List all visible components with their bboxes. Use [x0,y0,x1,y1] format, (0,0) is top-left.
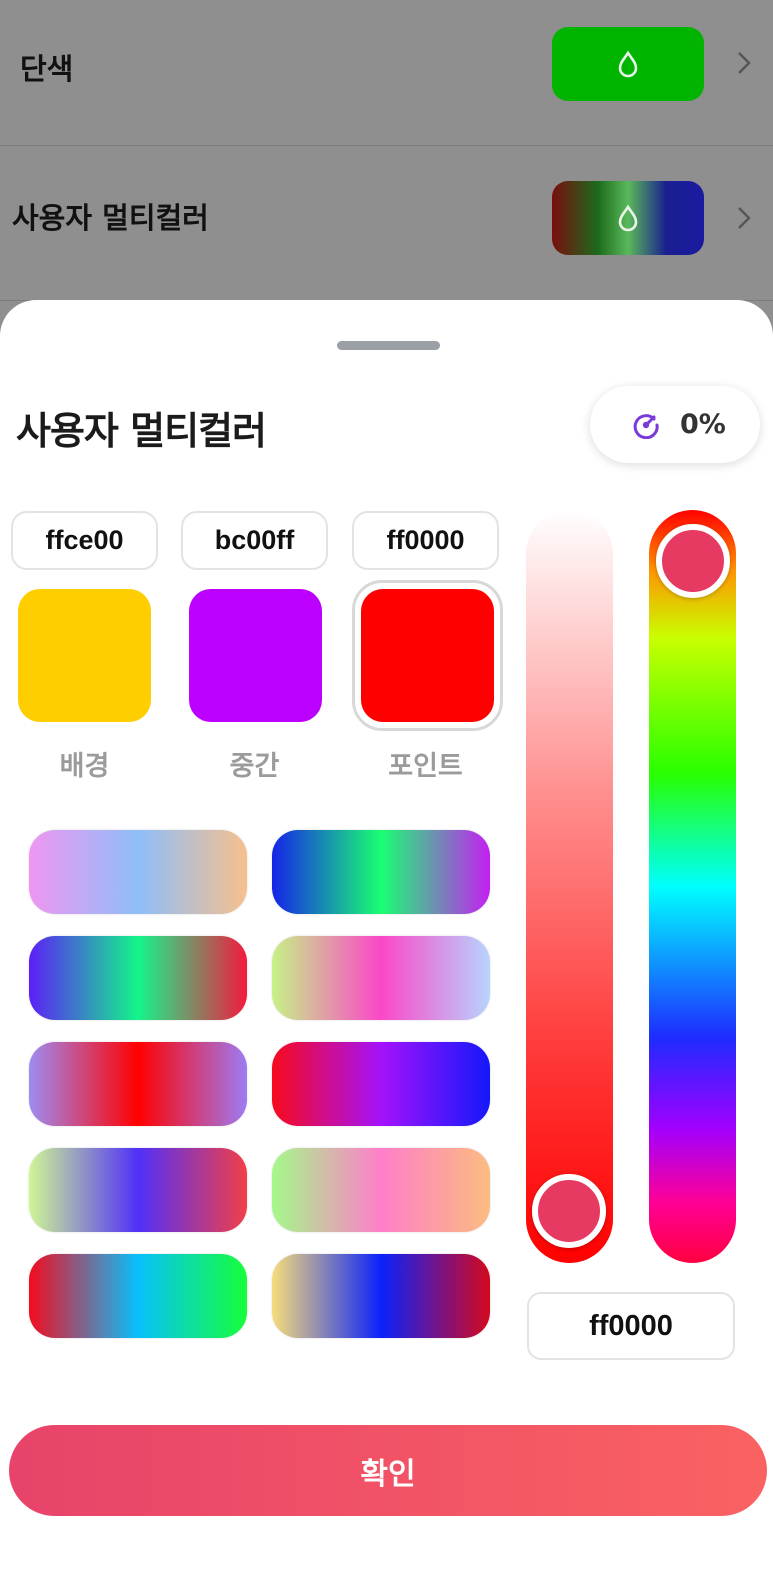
preset-gradient-9[interactable] [29,1254,247,1338]
list-item-user-multicolor[interactable]: 사용자 멀티컬러 [0,145,773,301]
hue-slider-thumb[interactable] [656,524,730,598]
hex-field-point[interactable]: ff0000 [352,511,499,570]
confirm-button[interactable]: 확인 [9,1425,767,1516]
chevron-right-icon[interactable] [733,203,755,233]
sheet-drag-handle[interactable] [337,341,440,350]
preset-gradient-10[interactable] [272,1254,490,1338]
preset-gradient-2[interactable] [272,830,490,914]
solid-color-swatch[interactable] [552,27,704,101]
preset-gradient-7[interactable] [29,1148,247,1232]
saturation-slider[interactable] [526,510,613,1263]
swatch-background[interactable] [18,589,151,722]
saturation-slider-thumb[interactable] [532,1174,606,1248]
hex-field-background[interactable]: ffce00 [11,511,158,570]
drop-icon [618,50,638,78]
list-item-label: 단색 [20,52,74,86]
preset-gradient-8[interactable] [272,1148,490,1232]
swatch-middle[interactable] [189,589,322,722]
opacity-value: 0% [680,409,726,440]
drop-icon [618,204,638,232]
swatch-label-background: 배경 [59,751,110,782]
preset-gradient-5[interactable] [29,1042,247,1126]
swatch-label-point: 포인트 [388,751,463,782]
list-item-label: 사용자 멀티컬러 [12,201,209,235]
hue-slider[interactable] [649,510,736,1263]
multicolor-swatch[interactable] [552,181,704,255]
preset-gradient-3[interactable] [29,936,247,1020]
swatch-point[interactable] [361,589,494,722]
opacity-gauge-icon [633,413,659,439]
sheet-title: 사용자 멀티컬러 [16,409,267,453]
chevron-right-icon[interactable] [733,48,755,78]
swatch-label-middle: 중간 [229,751,280,782]
opacity-pill[interactable]: 0% [590,386,760,463]
color-picker-sheet: 사용자 멀티컬러 0% ffce00 bc00ff ff0000 배경 중간 포… [0,300,773,1569]
current-hex-input[interactable]: ff0000 [527,1292,735,1360]
preset-gradient-4[interactable] [272,936,490,1020]
hex-field-middle[interactable]: bc00ff [181,511,328,570]
preset-gradient-6[interactable] [272,1042,490,1126]
list-item-solid[interactable]: 단색 [0,0,773,146]
preset-gradient-1[interactable] [29,830,247,914]
